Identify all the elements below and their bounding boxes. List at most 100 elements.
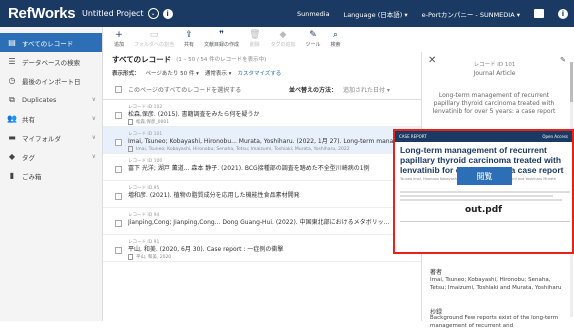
- sidebar-item-label: タグ: [22, 153, 35, 162]
- chevron-down-icon[interactable]: ∨: [92, 96, 96, 103]
- pdf-preview[interactable]: CASE REPORT Open Access Long-term manage…: [393, 129, 574, 254]
- sidebar-item-tags[interactable]: ◆ タグ ∨: [0, 147, 102, 166]
- delete-button[interactable]: 🗑 削除: [244, 27, 265, 48]
- search-label: 検索: [330, 42, 341, 48]
- assign-folder-button[interactable]: ▭ フォルダへの割当: [129, 27, 179, 48]
- attachment-name: 平山, 和美, 2020: [136, 255, 172, 260]
- share-button[interactable]: ⇪ 共有: [179, 27, 199, 48]
- pdf-filename[interactable]: out.pdf: [395, 205, 572, 215]
- tools-label: ツール: [305, 42, 321, 48]
- language-menu[interactable]: Language (日本語) ▾: [344, 9, 408, 19]
- sidebar-item-database-search[interactable]: ☰ データベースの検索: [0, 52, 102, 71]
- preview-divider: [400, 221, 570, 222]
- quote-icon: ❞: [219, 30, 224, 40]
- record-title[interactable]: 増和彦. (2021). 植物の脂質成分を応用した機能性食品素材開発: [128, 191, 408, 200]
- share-icon: ⇪: [185, 30, 193, 40]
- row-checkbox[interactable]: [115, 139, 122, 146]
- row-checkbox[interactable]: [115, 166, 122, 173]
- select-all-checkbox[interactable]: [115, 86, 122, 93]
- tools-button[interactable]: ✎ ツール: [301, 27, 326, 48]
- share-label: 共有: [184, 42, 195, 48]
- help-icon[interactable]: i: [558, 8, 568, 19]
- select-all-label: このページのすべてのレコードを選択する: [128, 87, 242, 94]
- chevron-down-icon[interactable]: ∨: [92, 115, 96, 122]
- chevron-down-icon[interactable]: ∨: [92, 153, 96, 160]
- chevron-down-icon[interactable]: ⌄: [147, 8, 159, 19]
- table-row[interactable]: レコード ID 91 平山, 和美. (2020, 6月 30). Case r…: [103, 235, 421, 262]
- sidebar-item-duplicates[interactable]: ⧉ Duplicates ∨: [0, 90, 102, 109]
- row-checkbox[interactable]: [115, 193, 122, 200]
- table-row[interactable]: レコード ID 101 Imai, Tsuneo; Kobayashi, Hir…: [103, 127, 421, 154]
- document-icon: [128, 254, 133, 260]
- view-button[interactable]: 閲覧: [457, 167, 512, 185]
- project-selector[interactable]: Untitled Project ⌄ i: [82, 8, 173, 19]
- assign-folder-label: フォルダへの割当: [134, 42, 175, 48]
- sidebar-item-label: マイフォルダ: [22, 134, 61, 143]
- sidebar-item-label: 共有: [22, 115, 35, 124]
- info-icon[interactable]: i: [162, 8, 173, 19]
- attachment[interactable]: 平山, 和美, 2020: [128, 254, 408, 260]
- sidebar-item-last-import[interactable]: ◷ 最後のインポート日: [0, 71, 102, 90]
- top-bar: RefWorks Untitled Project ⌄ i Sunmedia L…: [0, 0, 574, 27]
- attachment-name: Imai, Tsuneo; Kobayashi, Hironobu; Senah…: [136, 146, 350, 152]
- scrollbar-thumb[interactable]: [570, 62, 573, 102]
- sidebar-item-label: 最後のインポート日: [22, 77, 81, 86]
- wrench-icon: ✎: [309, 30, 317, 40]
- trash-icon: 🗑: [249, 30, 261, 40]
- sidebar-item-trash[interactable]: ▮ ごみ箱: [0, 166, 102, 185]
- table-row[interactable]: レコード ID 95 増和彦. (2021). 植物の脂質成分を応用した機能性食…: [103, 181, 421, 208]
- sidebar-item-label: データベースの検索: [22, 58, 81, 67]
- preview-text-lines: [400, 191, 570, 203]
- heading-text: すべてのレコード: [112, 54, 172, 64]
- sidebar-item-all-records[interactable]: ▤ すべてのレコード: [0, 33, 102, 52]
- bibliography-label: 文献目録の作成: [204, 42, 240, 48]
- duplicates-icon: ⧉: [9, 94, 15, 104]
- record-count: (1 – 50 / 54 件のレコードを表示中): [176, 57, 267, 63]
- people-icon: 👥: [7, 114, 17, 123]
- detail-title: Long-term management of recurrent papill…: [432, 92, 556, 115]
- search-icon: ⌕: [333, 30, 339, 40]
- table-row[interactable]: レコード ID 102 松森,保彦. (2015). 書籍調査をみたら何を疑うか…: [103, 100, 421, 127]
- preview-header-right: Open Access: [542, 134, 568, 139]
- sort-select[interactable]: 追加された日付 ▾: [343, 85, 390, 94]
- customize-link[interactable]: カスタマイズする: [237, 69, 281, 77]
- per-page-select[interactable]: ページあたり 50 件 ▾: [146, 69, 199, 77]
- authors-heading: 著者: [430, 269, 443, 276]
- account-menu[interactable]: e-Portカンパニー - SUNMEDIA ▾: [422, 9, 520, 19]
- record-list: すべてのレコード (1 – 50 / 54 件のレコードを表示中) 表示形式： …: [103, 52, 421, 321]
- attachment[interactable]: 松森,保彦_0001: [128, 119, 408, 125]
- page-title: すべてのレコード (1 – 50 / 54 件のレコードを表示中): [103, 52, 421, 66]
- record-title[interactable]: 松森,保彦. (2015). 書籍調査をみたら何を疑うか: [128, 110, 408, 119]
- search-button[interactable]: ⌕ 検索: [326, 27, 346, 48]
- tag-icon: ◆: [8, 152, 16, 161]
- sidebar-item-shared[interactable]: 👥 共有 ∨: [0, 109, 102, 128]
- sidebar-item-my-folders[interactable]: ▬ マイフォルダ ∨: [0, 128, 102, 147]
- add-button[interactable]: + 追加: [109, 27, 129, 48]
- record-title[interactable]: Imai, Tsuneo; Kobayashi, Hironobu... Mur…: [128, 137, 408, 146]
- trash-icon: ▮: [9, 171, 15, 180]
- add-tag-button[interactable]: ◆ タグの追加: [266, 27, 301, 48]
- display-options: 表示形式： ページあたり 50 件 ▾ 通常表示 ▾ カスタマイズする: [103, 66, 421, 80]
- chevron-down-icon[interactable]: ∨: [92, 134, 96, 141]
- row-checkbox[interactable]: [115, 112, 122, 119]
- row-checkbox[interactable]: [115, 220, 122, 227]
- display-label: 表示形式：: [112, 71, 140, 77]
- record-title[interactable]: 平山, 和美. (2020, 6月 30). Case report : 一症例…: [128, 245, 408, 254]
- record-title[interactable]: 冨下 光洋; 湖戸 薫道... 森本 静子. (2021). BCG接種部の調査…: [128, 164, 408, 173]
- authors-value: Imai, Tsuneo; Kobayashi, Hironobu; Senah…: [430, 277, 562, 291]
- toolbar: + 追加 ▭ フォルダへの割当 ⇪ 共有 ❞ 文献目録の作成 🗑 削除 ◆ タグの追加 ✎ ツ…: [103, 27, 421, 52]
- table-row[interactable]: レコード ID 94 Jianping,Cong; Jianping,Cong.…: [103, 208, 421, 235]
- view-mode-select[interactable]: 通常表示 ▾: [205, 69, 232, 77]
- project-name: Untitled Project: [82, 9, 144, 18]
- institution-label: Sunmedia: [296, 9, 330, 18]
- message-icon[interactable]: [534, 9, 544, 18]
- bibliography-button[interactable]: ❞ 文献目録の作成: [199, 27, 244, 48]
- attachment[interactable]: Imai, Tsuneo; Kobayashi, Hironobu; Senah…: [128, 146, 408, 152]
- folder-icon: ▬: [8, 133, 16, 142]
- row-checkbox[interactable]: [115, 247, 122, 254]
- app-logo[interactable]: RefWorks: [0, 5, 82, 22]
- table-row[interactable]: レコード ID 100 冨下 光洋; 湖戸 薫道... 森本 静子. (2021…: [103, 154, 421, 181]
- sidebar: ▤ すべてのレコード ☰ データベースの検索 ◷ 最後のインポート日 ⧉ Dup…: [0, 27, 103, 321]
- record-title[interactable]: Jianping,Cong; Jianping,Cong... Dong Gua…: [128, 218, 408, 227]
- add-label: 追加: [114, 42, 125, 48]
